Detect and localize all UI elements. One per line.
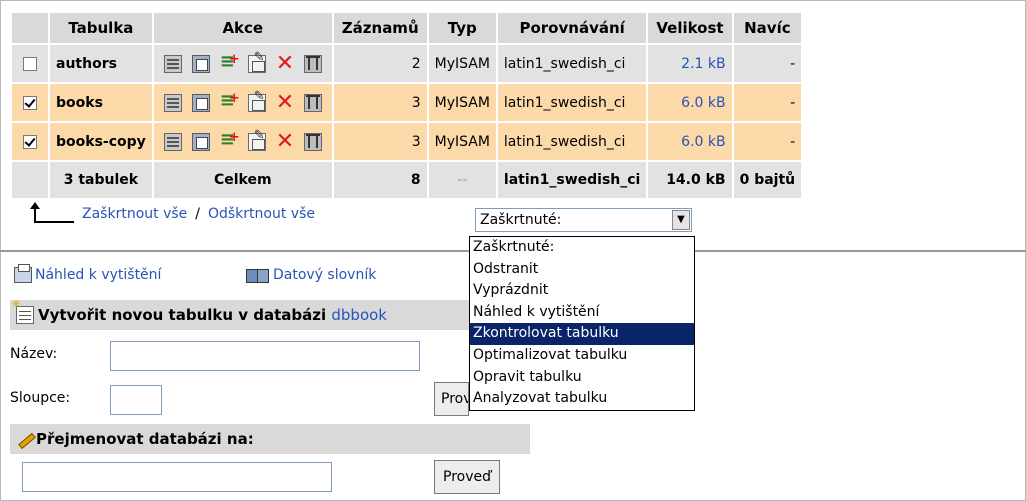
rename-db-title: Přejmenovat databázi na: [36, 430, 254, 448]
row-checkbox[interactable] [23, 95, 37, 110]
print-view-label: Náhled k vytištění [35, 267, 162, 283]
rename-db-input[interactable] [22, 462, 332, 492]
create-table-go-button[interactable]: Proveď [434, 382, 469, 416]
header-overhead[interactable]: Navíc [733, 13, 802, 43]
structure-icon[interactable] [191, 54, 210, 73]
search-icon[interactable] [220, 129, 240, 151]
size-link[interactable]: 6.0 kB [648, 123, 732, 160]
table-name-link[interactable]: books [50, 84, 152, 121]
overhead-value: - [733, 84, 802, 121]
with-selected-dropdown: Zaškrtnuté: Odstranit Vyprázdnit Náhled … [469, 236, 695, 411]
browse-icon[interactable] [163, 93, 182, 112]
new-table-name-input[interactable] [110, 341, 420, 371]
header-check [12, 13, 48, 43]
table-count: 3 tabulek [50, 162, 152, 198]
structure-icon[interactable] [191, 93, 210, 112]
table-row[interactable]: books ✕ 3 MyISAM latin1_swedish_ci 6.0 k… [12, 84, 802, 121]
overhead-value: - [733, 123, 802, 160]
pencil-icon [16, 430, 34, 448]
drop-icon[interactable] [303, 54, 322, 73]
header-actions: Akce [153, 13, 332, 43]
option-print-view[interactable]: Náhled k vytištění [470, 302, 694, 324]
check-all-separator: / [195, 206, 200, 222]
total-records: 8 [333, 162, 427, 198]
empty-icon[interactable]: ✕ [276, 91, 294, 113]
data-dictionary-link[interactable]: Datový slovník [246, 267, 376, 283]
row-actions: ✕ [160, 89, 326, 113]
row-actions: ✕ [160, 128, 326, 152]
type-value: MyISAM [428, 45, 496, 82]
with-selected-select[interactable]: Zaškrtnuté: ▼ [475, 208, 692, 232]
total-collation: latin1_swedish_ci [497, 162, 647, 198]
collation-value: latin1_swedish_ci [497, 84, 647, 121]
table-row[interactable]: books-copy ✕ 3 MyISAM latin1_swedish_ci … [12, 123, 802, 160]
option-with-selected[interactable]: Zaškrtnuté: [470, 237, 694, 259]
row-checkbox[interactable] [23, 134, 37, 149]
header-size[interactable]: Velikost [648, 13, 732, 43]
rename-db-header: Přejmenovat databázi na: [10, 424, 530, 454]
rename-db-go-button[interactable]: Proveď [434, 460, 500, 494]
option-empty[interactable]: Vyprázdnit [470, 280, 694, 302]
row-actions: ✕ [160, 50, 326, 74]
with-selected-value: Zaškrtnuté: [480, 212, 562, 228]
printer-icon [14, 264, 32, 283]
create-table-header: Vytvořit novou tabulku v databázi dbbook [10, 300, 470, 330]
browse-icon[interactable] [163, 54, 182, 73]
table-row[interactable]: authors ✕ 2 MyISAM latin1_swedish_ci 2.1… [12, 45, 802, 82]
header-table[interactable]: Tabulka [50, 13, 152, 43]
size-link[interactable]: 6.0 kB [648, 84, 732, 121]
empty-icon[interactable]: ✕ [276, 130, 294, 152]
size-link[interactable]: 2.1 kB [648, 45, 732, 82]
structure-icon[interactable] [191, 132, 210, 151]
records-value: 3 [333, 84, 427, 121]
total-overhead: 0 bajtů [733, 162, 802, 198]
overhead-value: - [733, 45, 802, 82]
option-analyze-table[interactable]: Analyzovat tabulku [470, 388, 694, 410]
option-repair-table[interactable]: Opravit tabulku [470, 367, 694, 389]
table-name-link[interactable]: authors [50, 45, 152, 82]
check-all-link[interactable]: Zaškrtnout vše [82, 206, 187, 222]
corner-arrow-icon [30, 202, 76, 226]
chevron-down-icon[interactable]: ▼ [672, 210, 690, 230]
insert-icon[interactable] [247, 128, 266, 151]
option-drop[interactable]: Odstranit [470, 259, 694, 281]
collation-value: latin1_swedish_ci [497, 45, 647, 82]
uncheck-all-link[interactable]: Odškrtnout vše [208, 206, 315, 222]
insert-icon[interactable] [247, 89, 266, 112]
browse-icon[interactable] [163, 132, 182, 151]
search-icon[interactable] [220, 51, 240, 73]
option-check-table[interactable]: Zkontrolovat tabulku [470, 323, 694, 345]
table-name-link[interactable]: books-copy [50, 123, 152, 160]
check-all-bar: Zaškrtnout vše / Odškrtnout vše [30, 196, 315, 232]
type-value: MyISAM [428, 84, 496, 121]
header-collation[interactable]: Porovnávání [497, 13, 647, 43]
row-checkbox[interactable] [23, 56, 37, 71]
summary-row: 3 tabulek Celkem 8 -- latin1_swedish_ci … [12, 162, 802, 198]
header-records[interactable]: Záznamů [333, 13, 427, 43]
print-view-link[interactable]: Náhled k vytištění [14, 264, 162, 283]
columns-label: Sloupce: [10, 390, 71, 406]
type-value: MyISAM [428, 123, 496, 160]
header-type[interactable]: Typ [428, 13, 496, 43]
table-name-label: Název: [10, 346, 58, 362]
columns-count-input[interactable] [110, 385, 162, 415]
database-name-link[interactable]: dbbook [331, 306, 387, 324]
collation-value: latin1_swedish_ci [497, 123, 647, 160]
new-table-icon [11, 300, 34, 324]
insert-icon[interactable] [247, 50, 266, 73]
drop-icon[interactable] [303, 132, 322, 151]
create-table-title: Vytvořit novou tabulku v databázi [38, 306, 327, 324]
total-label: Celkem [153, 162, 332, 198]
total-type: -- [428, 162, 496, 198]
search-icon[interactable] [220, 90, 240, 112]
records-value: 2 [333, 45, 427, 82]
dictionary-icon [246, 267, 270, 283]
empty-icon[interactable]: ✕ [276, 52, 294, 74]
option-optimize-table[interactable]: Optimalizovat tabulku [470, 345, 694, 367]
records-value: 3 [333, 123, 427, 160]
data-dictionary-label: Datový slovník [273, 267, 377, 283]
drop-icon[interactable] [303, 93, 322, 112]
total-size: 14.0 kB [648, 162, 732, 198]
tables-list: Tabulka Akce Záznamů Typ Porovnávání Vel… [10, 11, 803, 200]
